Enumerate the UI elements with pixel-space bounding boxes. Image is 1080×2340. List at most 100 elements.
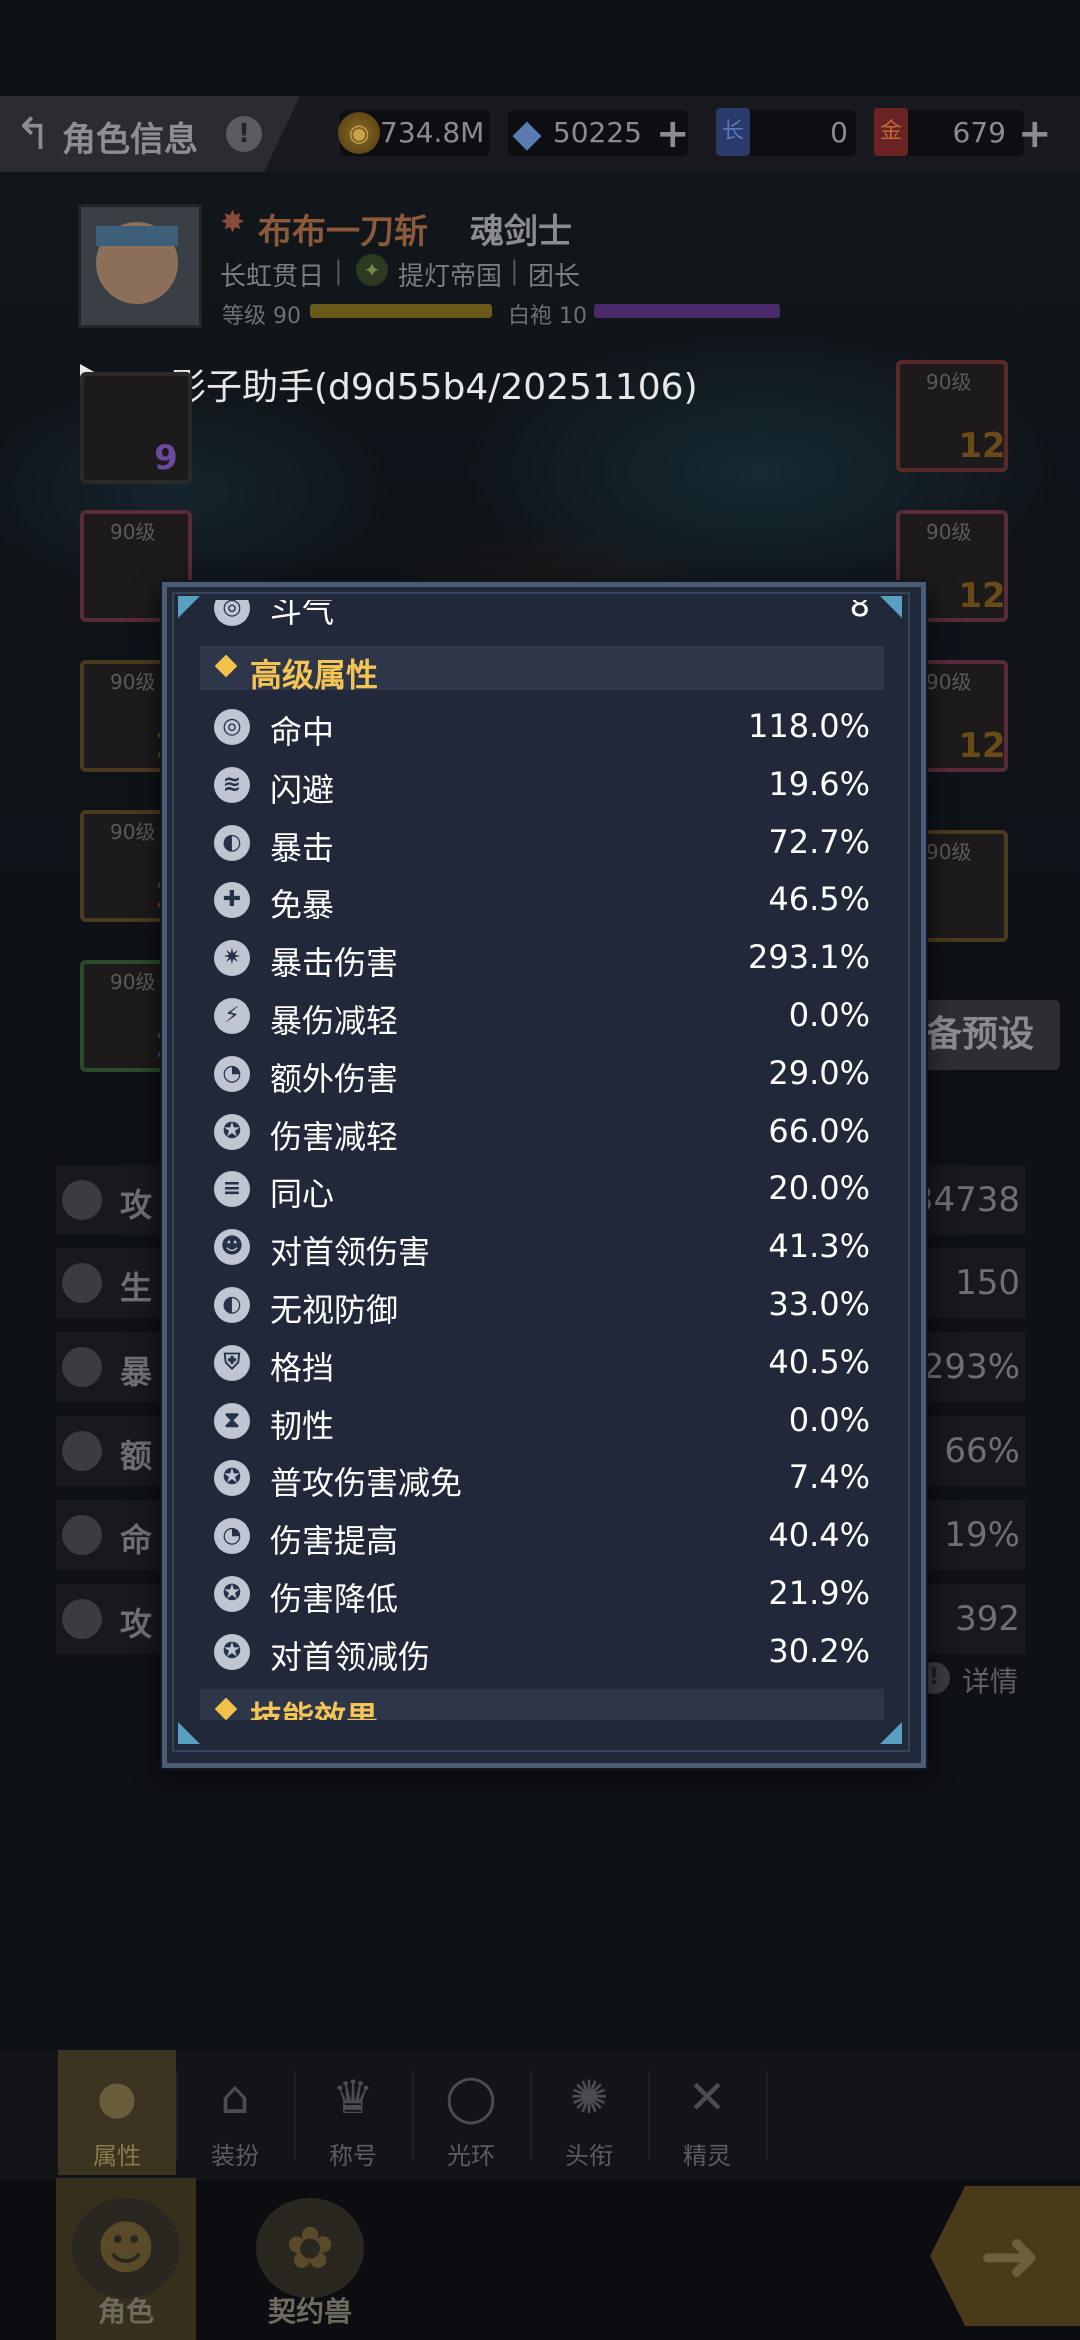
attribute-row: ◎ 命中 118.0%	[200, 698, 884, 756]
enhance-badge: 12	[958, 576, 1006, 616]
section-header-advanced: 高级属性	[200, 646, 884, 694]
tab-spirit[interactable]: ✕ 精灵	[648, 2050, 766, 2175]
nav-character[interactable]: ☻ 角色	[56, 2178, 196, 2340]
attribute-label: 普攻伤害减免	[270, 1464, 463, 1503]
person-icon: ●	[96, 2070, 138, 2124]
tab-rank[interactable]: ✺ 头衔	[530, 2050, 648, 2175]
diamond-icon	[214, 1697, 238, 1720]
red-card-amount: 679	[952, 116, 1006, 149]
attribute-value: 72.7%	[768, 822, 870, 861]
level-bar-fill	[310, 304, 492, 318]
attribute-label: 伤害减轻	[270, 1117, 399, 1156]
equip-slot-right-1[interactable]: 90级 12	[896, 360, 1008, 472]
crit-resist-icon: ✚	[214, 882, 250, 919]
enhance-badge: 12	[958, 726, 1006, 766]
add-card-icon[interactable]: +	[1018, 114, 1052, 154]
tab-aura[interactable]: ◯ 光环	[412, 2050, 530, 2175]
equip-slot-left-1[interactable]: 9	[80, 372, 192, 484]
attribute-label: 命中	[270, 713, 335, 751]
section-title: 高级属性	[250, 656, 379, 694]
damage-increase-icon: ◔	[214, 1518, 250, 1555]
attribute-value: 33.0%	[768, 1284, 870, 1323]
attribute-row: ⚡ 暴伤减轻 0.0%	[200, 987, 884, 1045]
attribute-row: ☻ 对首领伤害 41.3%	[200, 1218, 884, 1276]
stat-label: 命	[120, 1521, 153, 1559]
attribute-value: 20.0%	[768, 1169, 870, 1208]
ignore-defense-icon: ◐	[214, 1286, 250, 1323]
dodge-icon: ≋	[214, 766, 250, 803]
attribute-row: ⛨ 格挡 40.5%	[200, 1334, 884, 1392]
overlay-label: 影子助手(d9d55b4/20251106)	[170, 367, 698, 408]
crit-icon: ◐	[214, 824, 250, 861]
attribute-label: 韧性	[270, 1406, 335, 1445]
rank-emblem-icon: ✺	[569, 2070, 609, 2124]
boss-reduction-icon: ✪	[214, 1633, 250, 1670]
crystal-icon: ◆	[512, 111, 542, 155]
attack-icon	[62, 1180, 102, 1220]
tab-outfit[interactable]: ⌂ 装扮	[176, 2050, 294, 2175]
guild-icon: ✦	[356, 254, 388, 286]
damage-decrease-icon: ✪	[214, 1575, 250, 1612]
attribute-value: 46.5%	[768, 880, 870, 919]
attribute-value: 7.4%	[788, 1458, 870, 1497]
health-icon	[62, 1263, 102, 1303]
hanger-icon: ⌂	[220, 2070, 250, 2124]
divider: |	[510, 256, 519, 286]
attribute-value: 19.6%	[768, 764, 870, 803]
popup-scroll-area[interactable]: ◎ 斗气 8 高级属性 ◎ 命中 118.0% ≋ 闪避 19.6% ◐ 暴击 72.7% ✚ 免暴…	[200, 600, 884, 1720]
nav-contract-beast[interactable]: ✿ 契约兽	[240, 2178, 380, 2340]
attribute-label: 伤害提高	[270, 1522, 399, 1561]
attribute-label: 同心	[270, 1175, 335, 1214]
attribute-label: 暴击伤害	[270, 944, 399, 983]
tab-titles[interactable]: ♛ 称号	[294, 2050, 412, 2175]
attribute-value: 118.0%	[747, 707, 870, 745]
attribute-row: ◐ 暴击 72.7%	[200, 814, 884, 872]
toughness-icon: ⧗	[214, 1402, 250, 1439]
normal-attack-reduction-icon: ✪	[214, 1460, 250, 1497]
guild-name: 提灯帝国	[398, 262, 503, 292]
back-arrow-icon[interactable]: ↰	[8, 110, 58, 160]
attribute-row: ◔ 伤害提高 40.4%	[200, 1507, 884, 1565]
section-header-skills: 技能效果	[200, 1688, 884, 1720]
attribute-label: 免暴	[270, 886, 335, 925]
attribute-label: 暴击	[270, 828, 335, 867]
attribute-row: ✪ 伤害降低 21.9%	[200, 1565, 884, 1623]
attribute-label: 无视防御	[270, 1290, 399, 1329]
attribute-row: ✪ 普攻伤害减免 7.4%	[200, 1449, 884, 1507]
arrow-right-icon: ➜	[978, 2213, 1041, 2299]
attribute-label: 格挡	[270, 1348, 335, 1387]
extra-damage-icon: ◔	[214, 1055, 250, 1092]
tab-divider	[766, 2070, 768, 2160]
add-crystal-icon[interactable]: +	[656, 114, 690, 154]
guild-role: 团长	[528, 262, 581, 292]
attribute-value: 30.2%	[768, 1631, 870, 1670]
level-label: 等级 90	[222, 304, 301, 329]
tab-attributes[interactable]: ● 属性	[58, 2050, 176, 2175]
crossed-swords-icon: ✕	[687, 2070, 727, 2124]
stat-label: 攻	[120, 1186, 153, 1224]
target-icon: ◎	[214, 709, 250, 745]
stat-label: 额	[120, 1437, 153, 1475]
attribute-label: 斗气	[270, 600, 335, 630]
attribute-value: 29.0%	[768, 1053, 870, 1092]
paw-icon: ✿	[256, 2198, 364, 2298]
attribute-label: 对首领减伤	[270, 1637, 431, 1676]
player-name: 布布一刀斩	[258, 212, 428, 252]
blue-card-amount: 0	[830, 116, 848, 149]
stat-label: 攻	[120, 1605, 153, 1643]
stat-label: 生	[120, 1269, 153, 1307]
enhance-badge: 9	[154, 438, 178, 478]
attribute-row: ✪ 对首领减伤 30.2%	[200, 1623, 884, 1681]
divider: |	[334, 256, 343, 286]
robe-label: 白袍 10	[508, 304, 587, 329]
info-icon[interactable]: !	[226, 116, 262, 152]
extra-damage-icon	[62, 1431, 102, 1471]
crit-damage-reduction-icon: ⚡	[214, 997, 250, 1034]
attribute-label: 闪避	[270, 770, 335, 809]
target-icon	[62, 1515, 102, 1555]
blue-card-icon: 长	[716, 108, 750, 156]
attribute-value: 293.1%	[747, 938, 870, 977]
detail-link[interactable]: 详情	[962, 1660, 1018, 1700]
crystal-amount: 50225	[552, 116, 642, 149]
attribute-value: 0.0%	[788, 1400, 870, 1439]
